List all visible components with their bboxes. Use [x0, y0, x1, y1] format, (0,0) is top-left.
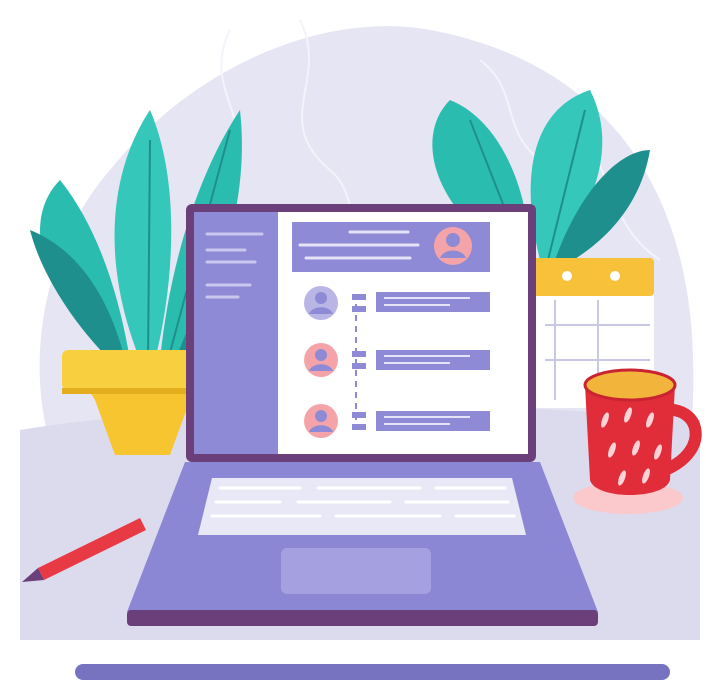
workspace-illustration — [20, 19, 702, 680]
screen-sidebar — [194, 212, 278, 454]
laptop-icon — [127, 204, 598, 626]
trackpad — [281, 548, 431, 594]
laptop-base-edge — [127, 610, 598, 626]
profile-avatar — [434, 227, 472, 265]
